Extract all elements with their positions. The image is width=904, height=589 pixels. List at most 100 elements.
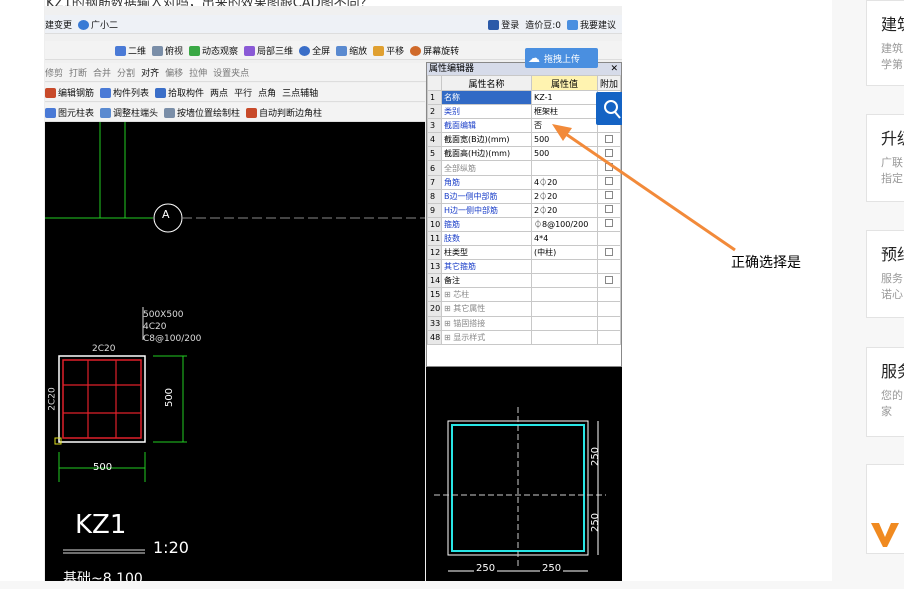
- attach-checkbox[interactable]: [605, 177, 613, 186]
- property-value[interactable]: (中柱): [531, 245, 598, 261]
- upload-button[interactable]: ☁ 拖拽上传: [525, 48, 598, 68]
- point-angle-button[interactable]: 点角: [258, 86, 276, 99]
- property-value[interactable]: 500: [531, 146, 598, 162]
- property-value[interactable]: 否: [531, 118, 598, 134]
- attach-checkbox[interactable]: [605, 219, 613, 228]
- close-icon[interactable]: ✕: [610, 63, 618, 75]
- split-button[interactable]: 分割: [117, 66, 135, 79]
- suggest-button[interactable]: 我要建议: [566, 18, 616, 31]
- property-row[interactable]: 11 肢数 4*4: [427, 230, 621, 247]
- draw-by-wall-button[interactable]: 按墙位置绘制柱: [164, 106, 240, 119]
- row-index: 9: [427, 202, 442, 218]
- two-points-button[interactable]: 两点: [210, 86, 228, 99]
- auto-corner-button[interactable]: 自动判断边角柱: [246, 106, 322, 119]
- attach-checkbox[interactable]: [605, 191, 613, 200]
- property-row[interactable]: 9 H边一侧中部筋 2⏀20: [427, 202, 621, 218]
- property-value[interactable]: 框架柱: [531, 104, 598, 120]
- property-name: 角筋: [441, 174, 532, 190]
- login-button[interactable]: 登录: [488, 18, 519, 31]
- header-value: 属性值: [531, 75, 598, 91]
- attach-checkbox[interactable]: [605, 205, 613, 214]
- adjust-head-button[interactable]: 调整柱端头: [100, 106, 158, 119]
- search-button[interactable]: [596, 92, 622, 125]
- change-menu[interactable]: 建变更: [45, 18, 72, 31]
- wall-icon: [164, 108, 176, 118]
- sidebar-card-2[interactable]: 升级 广联指定: [866, 114, 904, 202]
- property-editor: 属性编辑器 ✕ 属性名称 属性值 附加 1 名称 KZ-1 2 类别 框架柱 3 截面编辑否 4 截…: [426, 62, 622, 367]
- assistant-button[interactable]: 广小二: [78, 18, 118, 31]
- trim-button[interactable]: 修剪: [45, 66, 63, 79]
- sidebar-card-4[interactable]: 服务 您的家: [866, 347, 904, 437]
- attach-checkbox[interactable]: [605, 247, 613, 256]
- property-value[interactable]: KZ-1: [531, 89, 598, 106]
- attach-checkbox[interactable]: [605, 134, 613, 143]
- rotate-button[interactable]: 屏幕旋转: [410, 44, 459, 57]
- attach-checkbox[interactable]: [605, 275, 613, 284]
- property-value[interactable]: 2⏀20: [531, 202, 598, 218]
- property-row[interactable]: 8 B边一侧中部筋 2⏀20: [427, 188, 621, 204]
- property-row[interactable]: 48 ⊞ 显示样式: [427, 329, 621, 345]
- property-value[interactable]: 4*4: [531, 230, 598, 247]
- property-row[interactable]: 6 全部纵筋: [427, 160, 621, 176]
- row-index: 48: [427, 329, 442, 345]
- stretch-button[interactable]: 拉伸: [189, 66, 207, 79]
- property-row[interactable]: 4 截面宽(B边)(mm) 500: [427, 132, 621, 148]
- view-2d-button[interactable]: 二维: [115, 44, 146, 57]
- card-title: 升级: [881, 129, 904, 148]
- property-value[interactable]: 2⏀20: [531, 188, 598, 204]
- break-button[interactable]: 打断: [69, 66, 87, 79]
- card-title: 服务: [881, 362, 904, 381]
- property-row[interactable]: 3 截面编辑否: [427, 118, 621, 134]
- property-row[interactable]: 5 截面高(H边)(mm) 500: [427, 146, 621, 162]
- local-3d-button[interactable]: 局部三维: [244, 44, 293, 57]
- property-value[interactable]: 4⏀20: [531, 174, 598, 190]
- property-row[interactable]: 20 ⊞ 其它属性: [427, 301, 621, 317]
- property-row[interactable]: 14 备注: [427, 273, 621, 289]
- property-row[interactable]: 13 其它箍筋: [427, 259, 621, 275]
- property-value[interactable]: [531, 160, 598, 176]
- property-value[interactable]: ⏀8@100/200: [531, 216, 598, 232]
- property-row[interactable]: 12 柱类型 (中柱): [427, 245, 621, 261]
- three-point-axis-button[interactable]: 三点辅轴: [282, 86, 318, 99]
- property-row[interactable]: 2 类别 框架柱: [427, 104, 621, 120]
- cad-canvas[interactable]: A 500X500 4C20 C8@100/200 2C20 2C20 500 …: [45, 122, 425, 581]
- column-table-button[interactable]: 图元柱表: [45, 106, 94, 119]
- property-value[interactable]: 500: [531, 132, 598, 148]
- property-name: ⊞ 芯柱: [441, 287, 532, 303]
- top-view-button[interactable]: 俯视: [152, 44, 183, 57]
- property-value[interactable]: [531, 329, 598, 345]
- row-index: 4: [427, 132, 442, 148]
- fullscreen-button[interactable]: 全屏: [299, 44, 330, 57]
- property-row[interactable]: 10 箍筋 ⏀8@100/200: [427, 216, 621, 232]
- property-value[interactable]: [531, 259, 598, 275]
- property-row[interactable]: 7 角筋 4⏀20: [427, 174, 621, 190]
- parallel-button[interactable]: 平行: [234, 86, 252, 99]
- property-name: 肢数: [441, 230, 532, 247]
- property-value[interactable]: [531, 301, 598, 317]
- grip-button[interactable]: 设置夹点: [213, 66, 249, 79]
- pick-component-button[interactable]: 拾取构件: [155, 86, 204, 99]
- row-index: 33: [427, 315, 442, 331]
- pan-button[interactable]: 平移: [373, 44, 404, 57]
- 2d-icon: [115, 46, 126, 56]
- sidebar-card-3[interactable]: 预约 服务诺心: [866, 230, 904, 318]
- sidebar-card-1[interactable]: 建筑 建筑学第: [866, 0, 904, 86]
- sidebar-card-5[interactable]: [866, 464, 904, 554]
- property-row[interactable]: 33 ⊞ 锚固搭接: [427, 315, 621, 331]
- cad-foundation: 基础~8.100: [63, 571, 143, 581]
- merge-button[interactable]: 合并: [93, 66, 111, 79]
- align-button[interactable]: 对齐: [141, 66, 159, 79]
- attach-checkbox[interactable]: [605, 163, 613, 172]
- property-value[interactable]: [531, 273, 598, 289]
- attach-checkbox[interactable]: [605, 148, 613, 157]
- offset-button[interactable]: 偏移: [165, 66, 183, 79]
- edit-rebar-button[interactable]: 编辑钢筋: [45, 86, 94, 99]
- property-value[interactable]: [531, 287, 598, 303]
- component-list-button[interactable]: 构件列表: [100, 86, 149, 99]
- zoom-button[interactable]: 缩放: [336, 44, 367, 57]
- property-row[interactable]: 1 名称 KZ-1: [427, 89, 621, 106]
- orbit-button[interactable]: 动态观察: [189, 44, 238, 57]
- property-value[interactable]: [531, 315, 598, 331]
- preview-dim-v2: 250: [590, 512, 602, 533]
- property-row[interactable]: 15 ⊞ 芯柱: [427, 287, 621, 303]
